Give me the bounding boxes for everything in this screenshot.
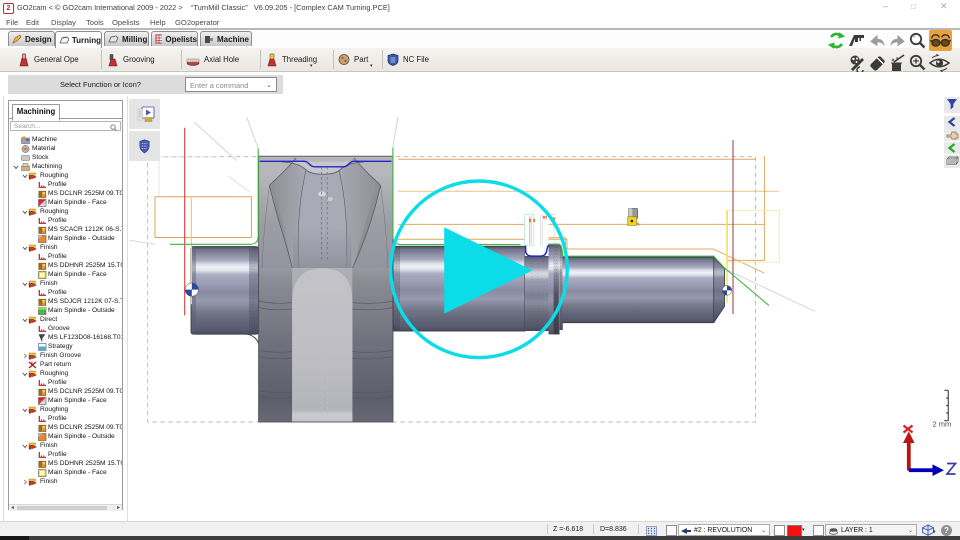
svg-text:2 mm: 2 mm	[933, 420, 952, 429]
